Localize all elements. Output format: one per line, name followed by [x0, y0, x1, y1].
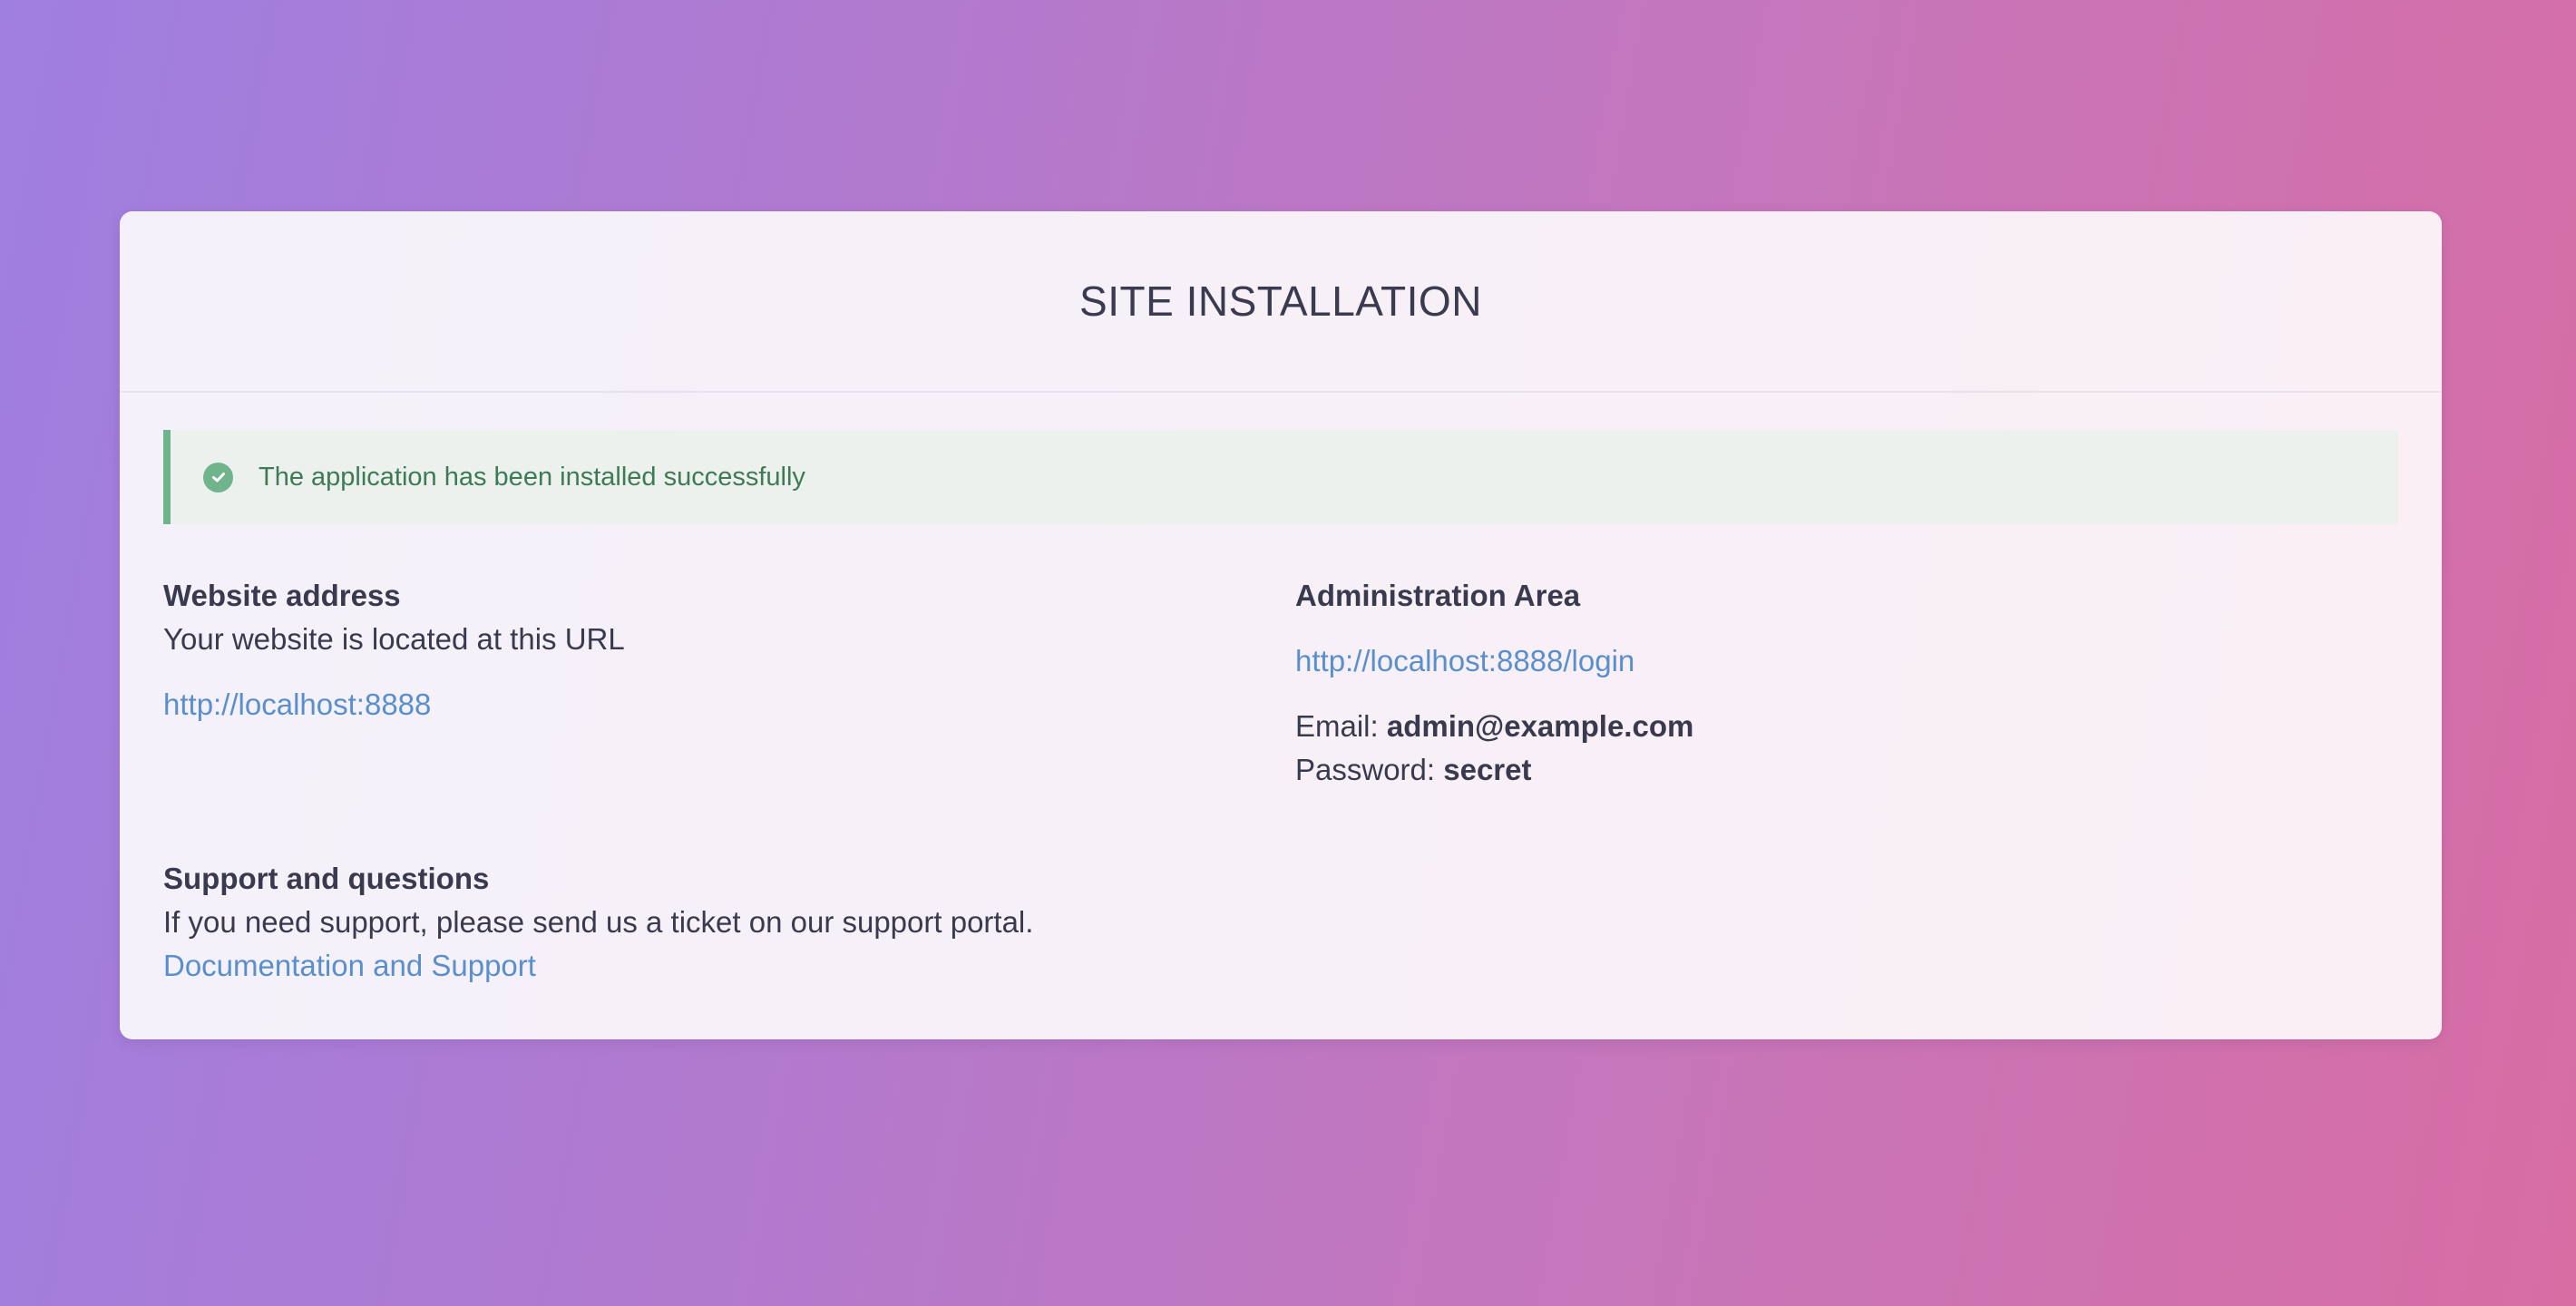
success-alert: The application has been installed succe…	[163, 430, 2398, 524]
documentation-support-link[interactable]: Documentation and Support	[163, 944, 2340, 988]
admin-password-row: Password: secret	[1295, 748, 2384, 792]
support-section: Support and questions If you need suppor…	[163, 857, 2340, 988]
password-label: Password:	[1295, 753, 1436, 786]
password-value: secret	[1443, 753, 1532, 786]
admin-email-row: Email: admin@example.com	[1295, 705, 2384, 748]
admin-section: Administration Area http://localhost:888…	[1295, 574, 2384, 792]
support-description: If you need support, please send us a ti…	[163, 905, 1034, 939]
page-title: SITE INSTALLATION	[1079, 278, 1482, 325]
website-description: Your website is located at this URL	[163, 622, 625, 656]
installation-card: SITE INSTALLATION The application has be…	[120, 211, 2442, 1039]
website-heading: Website address	[163, 579, 401, 612]
success-message: The application has been installed succe…	[259, 462, 805, 492]
admin-heading: Administration Area	[1295, 579, 1581, 612]
check-circle-icon	[203, 462, 233, 492]
website-section: Website address Your website is located …	[163, 574, 1252, 726]
email-value: admin@example.com	[1386, 709, 1694, 743]
card-header: SITE INSTALLATION	[120, 211, 2442, 393]
admin-login-link[interactable]: http://localhost:8888/login	[1295, 639, 2384, 683]
support-heading: Support and questions	[163, 862, 490, 895]
email-label: Email:	[1295, 709, 1379, 743]
website-url-link[interactable]: http://localhost:8888	[163, 683, 1252, 726]
